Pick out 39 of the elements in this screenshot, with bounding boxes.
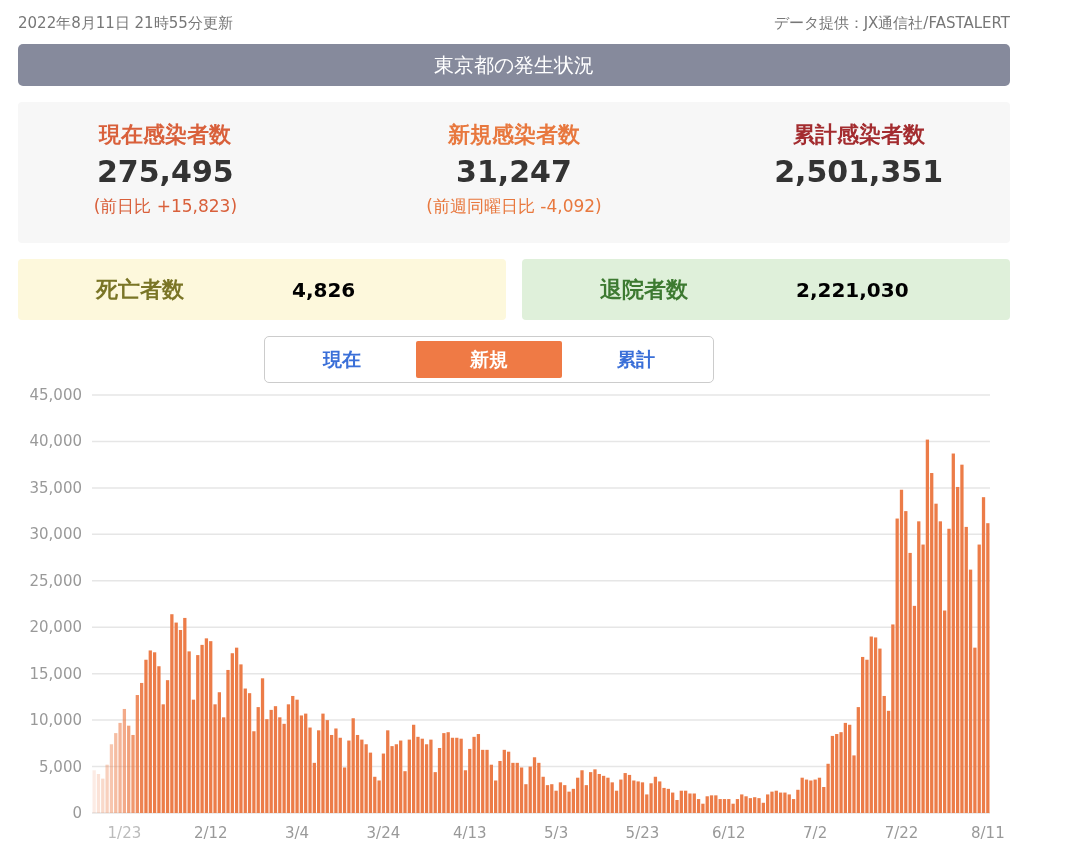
y-axis-label: 35,000	[29, 478, 82, 497]
y-axis-label: 30,000	[29, 525, 82, 544]
total-label: 退院者数	[600, 275, 688, 304]
x-axis-label: 2/12	[193, 824, 228, 842]
total-label: 死亡者数	[96, 275, 184, 304]
y-axis-label: 45,000	[29, 387, 82, 404]
y-axis-label: 25,000	[29, 571, 82, 590]
stat-value: 2,501,351	[774, 154, 944, 189]
y-axis-label: 15,000	[29, 664, 82, 683]
data-source: データ提供：JX通信社/FASTALERT	[773, 13, 1010, 33]
x-axis-label: 3/24	[366, 824, 401, 842]
x-axis-label: 5/3	[544, 824, 569, 842]
stat-value: 31,247	[456, 154, 572, 189]
x-axis-label: 5/23	[625, 824, 660, 842]
y-axis-label: 20,000	[29, 618, 82, 637]
x-axis-label: 1/23	[107, 824, 142, 842]
x-axis-label: 6/12	[711, 824, 746, 842]
update-time: 2022年8月11日 21時55分更新	[18, 13, 233, 33]
section-title: 東京都の発生状況	[18, 44, 1010, 86]
stat-value: 275,495	[97, 154, 234, 189]
x-axis-label: 3/4	[285, 824, 310, 842]
x-axis-label: 7/2	[803, 824, 828, 842]
x-axis-label: 8/11	[971, 824, 1005, 842]
stat-label: 累計感染者数	[792, 121, 925, 149]
y-axis-label: 5,000	[39, 757, 82, 776]
x-axis-label: 4/13	[452, 824, 487, 842]
y-axis-label: 10,000	[29, 711, 82, 730]
stat-change: (前日比 +15,823)	[93, 195, 238, 218]
stat-label: 現在感染者数	[99, 121, 232, 149]
tab[interactable]: 現在	[269, 341, 416, 378]
tab[interactable]: 累計	[562, 341, 709, 378]
stat-change: (前週同曜日比 -4,092)	[426, 195, 602, 218]
x-axis-label: 7/22	[884, 824, 919, 842]
total-value: 4,826	[291, 277, 356, 302]
total-value: 2,221,030	[795, 277, 909, 302]
tab[interactable]: 新規	[415, 341, 563, 378]
y-axis-label: 40,000	[29, 432, 82, 451]
y-axis-label: 0	[72, 804, 82, 822]
stat-label: 新規感染者数	[448, 121, 580, 149]
